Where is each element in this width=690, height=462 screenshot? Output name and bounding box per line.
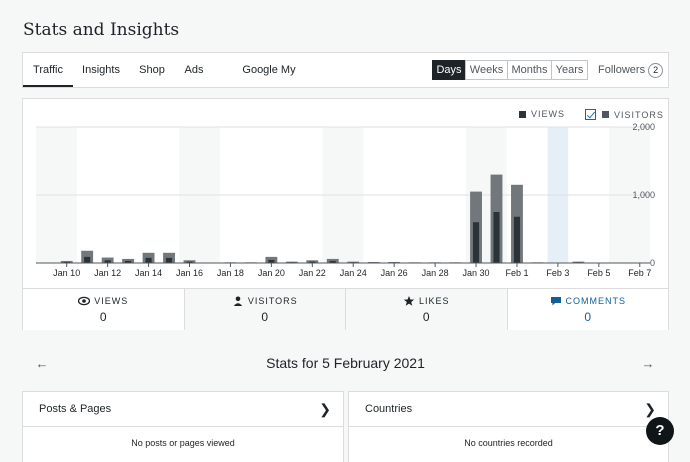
period-weeks-button[interactable]: Weeks: [465, 60, 508, 80]
stats-page: Stats and Insights Traffic Insights Shop…: [0, 0, 690, 462]
tab-traffic[interactable]: Traffic: [23, 53, 73, 87]
tab-ads[interactable]: Ads: [178, 53, 210, 87]
x-tick-label: Feb 5: [587, 268, 610, 278]
countries-panel: Countries ❯ No countries recorded: [348, 391, 669, 462]
views-bar: [513, 216, 521, 263]
period-days-button[interactable]: Days: [432, 60, 466, 80]
x-tick-label: Feb 1: [505, 268, 528, 278]
y-tick-label: 2,000: [632, 122, 655, 132]
views-bar: [472, 222, 480, 263]
x-tick-label: Jan 24: [340, 268, 367, 278]
stat-comments-value: 0: [584, 310, 592, 324]
x-tick-label: Jan 22: [299, 268, 326, 278]
tab-shop[interactable]: Shop: [132, 53, 172, 87]
stat-likes-value: 0: [422, 310, 430, 324]
posts-pages-header[interactable]: Posts & Pages ❯: [23, 392, 343, 427]
x-tick-label: Jan 16: [176, 268, 203, 278]
star-icon: [403, 296, 415, 306]
y-tick-label: 0: [650, 258, 655, 268]
views-bar: [84, 256, 91, 263]
help-button[interactable]: ?: [646, 417, 674, 445]
period-years-button[interactable]: Years: [551, 60, 588, 80]
comment-icon: [550, 297, 561, 306]
chevron-right-icon[interactable]: ❯: [319, 392, 331, 427]
followers-link[interactable]: Followers 2: [598, 53, 664, 87]
stat-comments-label: COMMENTS: [565, 296, 626, 306]
stat-tab-visitors[interactable]: VISITORS 0: [183, 289, 345, 330]
followers-count-badge: 2: [648, 62, 664, 78]
x-tick-label: Feb 7: [628, 268, 651, 278]
countries-header[interactable]: Countries ❯: [349, 392, 668, 427]
followers-label: Followers: [598, 64, 646, 76]
x-tick-label: Jan 14: [135, 268, 162, 278]
person-icon: [233, 296, 243, 306]
x-tick-label: Jan 28: [422, 268, 449, 278]
stat-visitors-value: 0: [261, 310, 269, 324]
traffic-bar-chart[interactable]: 2,000 1,000 0 Jan 10 Jan 12 Jan 14 Jan 16 Jan 1…: [23, 99, 668, 288]
x-tick-label: Jan 26: [381, 268, 408, 278]
posts-pages-title: Posts & Pages: [39, 403, 112, 415]
period-months-button[interactable]: Months: [507, 60, 552, 80]
eye-icon: [78, 296, 91, 306]
views-bar: [145, 257, 152, 263]
stat-tab-views[interactable]: VIEWS 0: [23, 289, 184, 330]
views-bar: [493, 212, 500, 263]
countries-empty: No countries recorded: [464, 438, 553, 448]
x-tick-label: Jan 30: [463, 268, 490, 278]
posts-pages-panel: Posts & Pages ❯ No posts or pages viewed: [22, 391, 344, 462]
stat-visitors-label: VISITORS: [247, 296, 298, 306]
x-tick-label: Jan 12: [94, 268, 121, 278]
tab-google-my-business[interactable]: Google My Business: [219, 53, 319, 110]
x-tick-label: Jan 10: [53, 268, 80, 278]
stat-views-label: VIEWS: [94, 296, 129, 306]
arrow-right-icon[interactable]: →: [638, 354, 658, 374]
page-title: Stats and Insights: [23, 20, 180, 40]
x-tick-label: Jan 20: [258, 268, 285, 278]
y-tick-label: 1,000: [632, 190, 655, 200]
x-tick-label: Jan 18: [217, 268, 244, 278]
x-tick-label: Feb 3: [546, 268, 569, 278]
tab-insights[interactable]: Insights: [78, 53, 124, 87]
views-bar: [165, 257, 173, 263]
stat-likes-label: LIKES: [418, 296, 450, 306]
date-navigation: ← Stats for 5 February 2021 →: [22, 350, 669, 378]
stats-nav-bar: Traffic Insights Shop Ads Google My Busi…: [22, 52, 669, 110]
stat-views-value: 0: [99, 310, 107, 324]
stat-tab-comments[interactable]: COMMENTS 0: [506, 289, 668, 330]
stat-tab-likes[interactable]: LIKES 0: [345, 289, 507, 330]
date-title: Stats for 5 February 2021: [266, 355, 425, 371]
countries-title: Countries: [365, 403, 413, 415]
stats-summary-tabs: VIEWS 0 VISITORS 0 LIKES 0 COMMENTS 0: [23, 288, 668, 330]
posts-pages-empty: No posts or pages viewed: [131, 438, 235, 448]
chart-card: VIEWS VISITORS 2,000 1,000 0 Jan 10 Jan 12 Ja…: [22, 98, 669, 330]
